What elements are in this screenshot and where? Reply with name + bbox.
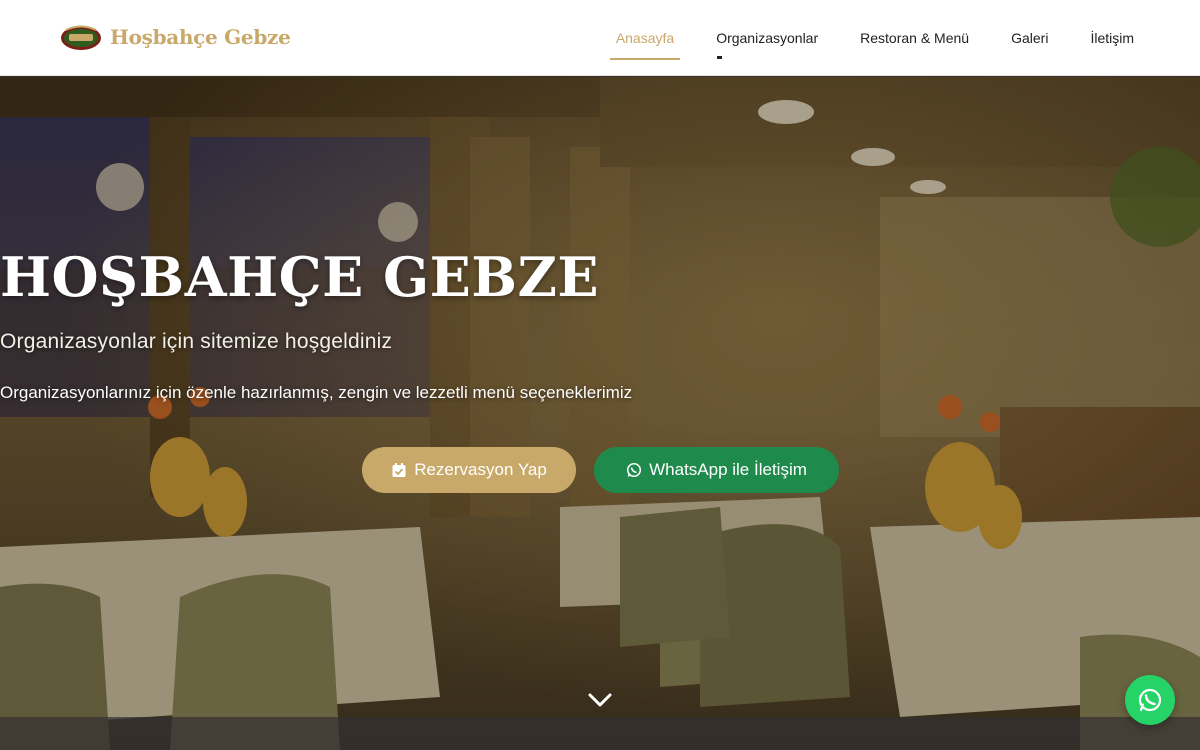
dropdown-indicator-icon [717, 56, 722, 59]
whatsapp-button-label: WhatsApp ile İletişim [649, 460, 807, 479]
hero-description: Organizasyonlarınız için özenle hazırlan… [0, 383, 633, 402]
reservation-button[interactable]: Rezervasyon Yap [362, 447, 576, 493]
nav-item-iletisim[interactable]: İletişim [1084, 0, 1140, 76]
nav-item-galeri[interactable]: Galeri [1005, 0, 1054, 76]
site-logo[interactable]: Hoşbahçe Gebze [60, 22, 291, 52]
whatsapp-contact-button[interactable]: WhatsApp ile İletişim [594, 447, 839, 493]
nav-item-anasayfa[interactable]: Anasayfa [609, 0, 681, 76]
reservation-button-label: Rezervasyon Yap [414, 460, 547, 479]
hero-section: HOŞBAHÇE GEBZE Organizasyonlar için site… [0, 77, 1200, 750]
nav-item-organizasyonlar[interactable]: Organizasyonlar [710, 0, 824, 76]
site-header: Hoşbahçe Gebze Anasayfa Organizasyonlar … [0, 0, 1200, 76]
hero-subtitle: Organizasyonlar için sitemize hoşgeldini… [0, 330, 393, 353]
whatsapp-icon [627, 462, 642, 478]
hero-title: HOŞBAHÇE GEBZE [0, 245, 600, 309]
logo-badge-icon [61, 25, 101, 50]
brand-name: Hoşbahçe Gebze [110, 25, 291, 49]
main-nav: Anasayfa Organizasyonlar Restoran & Menü… [580, 0, 1140, 76]
chevron-down-icon[interactable] [588, 692, 612, 708]
floating-whatsapp-button[interactable] [1125, 675, 1175, 725]
nav-item-restoran-menu[interactable]: Restoran & Menü [854, 0, 975, 76]
whatsapp-icon [1138, 688, 1162, 712]
hero-overlay [0, 77, 1200, 750]
calendar-check-icon [392, 463, 406, 477]
